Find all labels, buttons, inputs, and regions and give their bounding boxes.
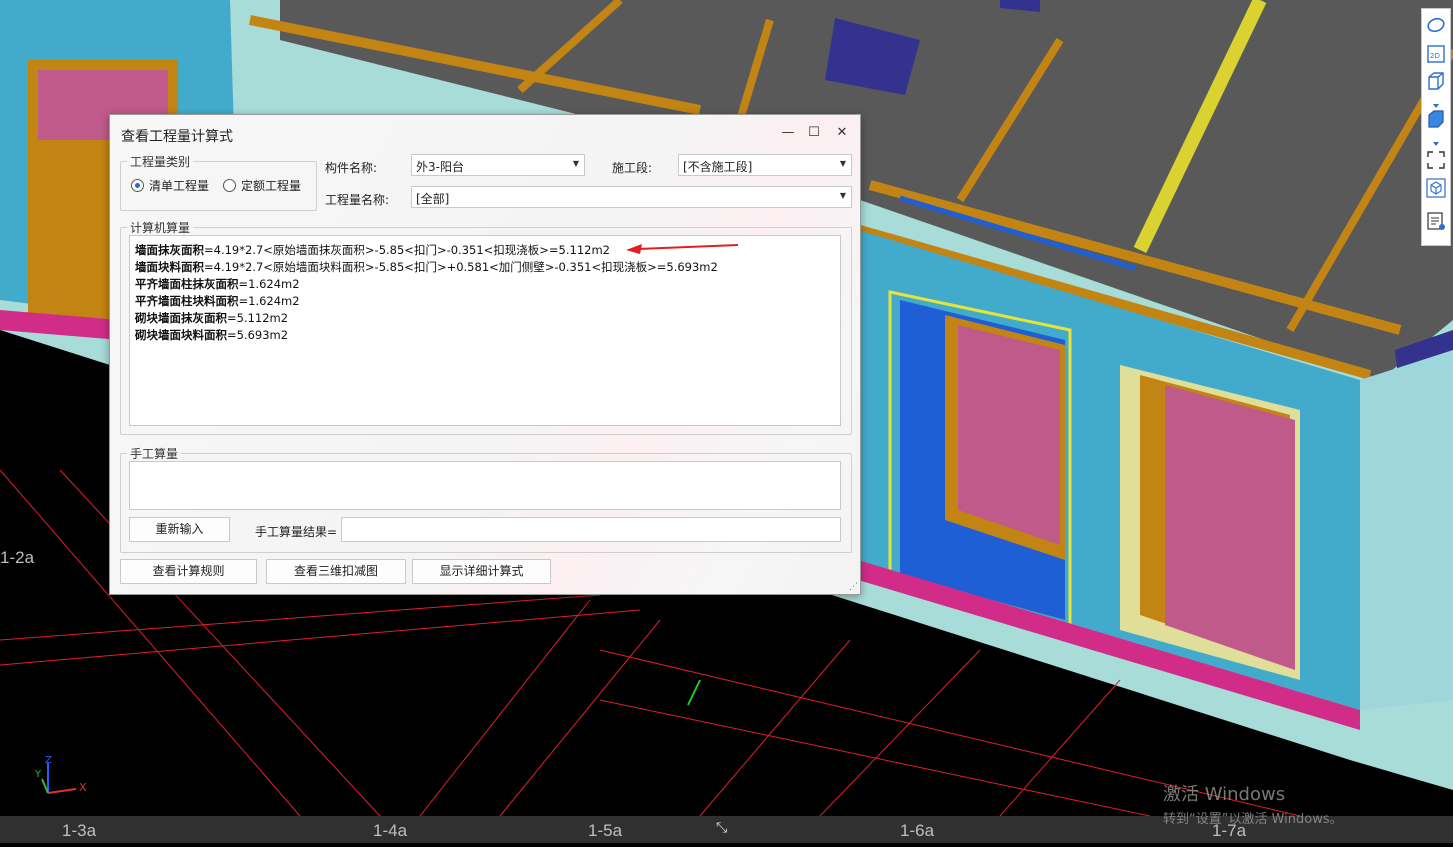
radio-label-quota: 定额工程量 [241,179,302,193]
component-name-label: 构件名称: [325,161,378,175]
radio-label-list: 清单工程量 [149,179,210,193]
computer-calc-textarea[interactable]: 墙面抹灰面积=4.19*2.7<原始墙面抹灰面积>-5.85<扣门>-0.351… [129,235,841,426]
maximize-button[interactable]: ☐ [804,123,824,143]
chevron-down-icon: ▼ [572,159,579,168]
radio-list-quantity[interactable]: 清单工程量 [131,177,209,194]
component-name-select[interactable]: 外3-阳台 ▼ [411,154,585,176]
view-rules-button[interactable]: 查看计算规则 [120,559,257,584]
dialog-title: 查看工程量计算式 [121,129,233,145]
fullscreen-icon[interactable] [1425,149,1447,171]
orbit-icon[interactable] [1425,14,1447,36]
quantity-formula-dialog: 查看工程量计算式 — ☐ ✕ 工程量类别 清单工程量 定额工程量 构件名称: 外… [109,114,861,595]
grid-label-1-3a: 1-3a [62,821,97,840]
quantity-name-value: [全部] [416,192,450,206]
construction-stage-value: [不含施工段] [683,160,753,174]
resize-grip-icon[interactable]: ⋰ [849,582,858,592]
grid-label-left: 1-2a [0,548,35,567]
component-name-value: 外3-阳台 [416,160,464,174]
reenter-button[interactable]: 重新输入 [129,517,230,542]
radio-quota-quantity[interactable]: 定额工程量 [223,177,301,194]
calc-line: 平齐墙面柱块料面积=1.624m2 [135,294,300,308]
view-3d-deduction-button[interactable]: 查看三维扣减图 [266,559,406,584]
y-axis-label: Y [34,769,42,780]
close-button[interactable]: ✕ [832,123,852,143]
x-axis-label: X [79,781,87,794]
minimize-button[interactable]: — [778,123,798,143]
cube-view-icon[interactable] [1425,177,1447,199]
construction-stage-label: 施工段: [612,161,653,175]
watermark-line2: 转到“设置”以激活 Windows。 [1163,812,1343,827]
show-detail-formula-button[interactable]: 显示详细计算式 [412,559,551,584]
calc-line: 砌块墙面抹灰面积=5.112m2 [135,311,289,325]
chevron-down-icon: ▼ [839,191,846,200]
calc-line: 墙面块料面积=4.19*2.7<原始墙面块料面积>-5.85<扣门>+0.581… [135,260,718,274]
grid-label-1-5a: 1-5a [588,821,623,840]
quantity-type-legend: 工程量类别 [130,155,191,169]
red-arrow-annotation [626,244,739,254]
solid-box-icon[interactable] [1425,108,1447,130]
quantity-name-label: 工程量名称: [325,193,390,207]
2d-view-icon[interactable]: 2D [1425,43,1447,65]
activate-windows-watermark: 激活 Windows 转到“设置”以激活 Windows。 [1163,780,1343,827]
calc-line: 平齐墙面柱抹灰面积=1.624m2 [135,277,300,291]
calc-line: 墙面抹灰面积=4.19*2.7<原始墙面抹灰面积>-5.85<扣门>-0.351… [135,243,610,257]
z-axis-label: Z [45,755,52,766]
calc-line: 砌块墙面块料面积=5.693m2 [135,328,289,342]
dropdown-arrow-icon[interactable] [1425,95,1447,108]
3d-box-icon[interactable] [1425,70,1447,92]
axis-triad: Z Y X [34,755,87,794]
collapse-icon[interactable]: ⤡ [716,820,727,836]
grid-label-1-6a: 1-6a [900,821,935,840]
radio-unchecked-icon [223,179,236,192]
manual-result-field[interactable] [341,517,841,542]
2d-label: 2D [1430,52,1440,60]
manual-calc-input[interactable] [129,461,841,510]
manual-calc-legend: 手工算量 [130,447,179,461]
view-toolbar: 2D [1421,8,1451,246]
dropdown-arrow-icon[interactable] [1425,133,1447,146]
quantity-name-select[interactable]: [全部] ▼ [411,186,852,208]
construction-stage-select[interactable]: [不含施工段] ▼ [678,154,852,176]
report-icon[interactable] [1425,210,1447,232]
chevron-down-icon: ▼ [839,159,846,168]
manual-result-label: 手工算量结果= [255,525,338,539]
watermark-line1: 激活 Windows [1163,784,1286,805]
grid-label-1-4a: 1-4a [373,821,408,840]
radio-checked-icon [131,179,144,192]
computer-calc-legend: 计算机算量 [130,221,191,235]
